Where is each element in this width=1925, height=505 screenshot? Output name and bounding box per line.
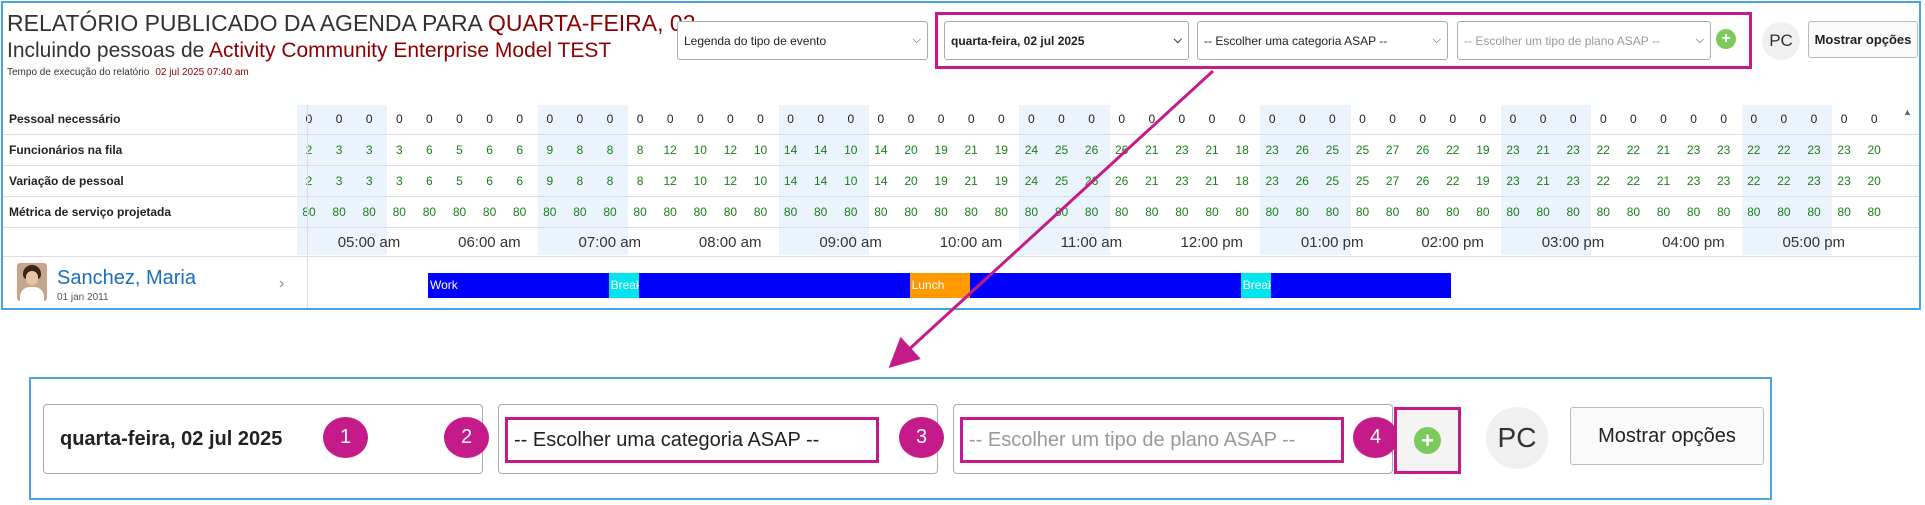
zoom-show-options-button[interactable]: Mostrar opções (1570, 407, 1764, 465)
zoom-plan-type-select[interactable]: -- Escolher um tipo de plano ASAP -- (960, 417, 1344, 463)
callout-3: 3 (899, 417, 944, 458)
plus-circle-icon: + (1414, 427, 1441, 454)
callout-4: 4 (1353, 417, 1398, 458)
zoomed-filter-panel: quarta-feira, 02 jul 2025 1 -- Escolher … (29, 377, 1772, 500)
zoom-date-select[interactable]: quarta-feira, 02 jul 2025 (43, 404, 483, 474)
callout-1: 1 (323, 417, 368, 458)
zoom-add-button[interactable]: + (1394, 407, 1461, 474)
zoom-category-select[interactable]: -- Escolher uma categoria ASAP -- (505, 417, 879, 463)
zoom-user-avatar[interactable]: PC (1486, 407, 1548, 469)
callout-2: 2 (444, 417, 489, 458)
